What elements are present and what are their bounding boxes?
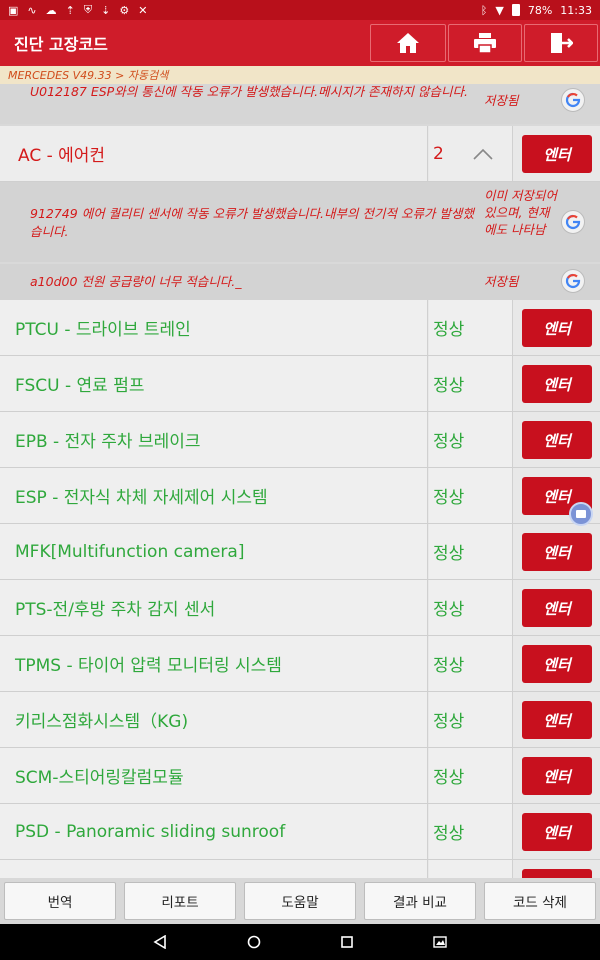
google-search-icon[interactable] bbox=[561, 269, 585, 293]
system-state: 정상 bbox=[429, 356, 513, 411]
home-icon bbox=[397, 33, 419, 53]
enter-button[interactable]: 엔터 bbox=[522, 757, 592, 795]
dtc-status: 이미 저장되어 있으며, 현재에도 나타남 bbox=[484, 188, 557, 237]
system-row[interactable]: PSD - Panoramic sliding sunroof 정상 엔터 bbox=[0, 804, 600, 860]
system-state: 정상 bbox=[429, 412, 513, 467]
enter-button[interactable]: 엔터 bbox=[522, 813, 592, 851]
bluetooth-icon: ᛒ bbox=[480, 3, 488, 17]
page-title: 진단 고장코드 bbox=[14, 35, 108, 54]
enter-button[interactable]: 엔터 bbox=[522, 365, 592, 403]
enter-button[interactable]: 엔터 bbox=[522, 135, 592, 173]
system-state: 정상 bbox=[429, 636, 513, 691]
home-button[interactable] bbox=[370, 24, 446, 62]
system-state: 정상 bbox=[429, 300, 513, 355]
system-name: ESP - 전자식 차체 자세제어 시스템 bbox=[0, 468, 428, 523]
google-search-icon[interactable] bbox=[561, 88, 585, 112]
system-state: 정상 bbox=[429, 692, 513, 747]
settings-notification-icon: ⚙ bbox=[119, 3, 130, 17]
system-name: FSCU - 연료 펌프 bbox=[0, 356, 428, 411]
system-name: EPB - 전자 주차 브레이크 bbox=[0, 412, 428, 467]
screenshot-icon[interactable] bbox=[433, 936, 447, 948]
system-name: 키리스점화시스템（KG) bbox=[0, 692, 428, 747]
wifi-icon: ▼ bbox=[495, 3, 504, 17]
dtc-row: 912749 에어 퀄리티 센서에 작동 오류가 발생했습니다.내부의 전기적 … bbox=[0, 182, 600, 262]
system-row[interactable]: PTCU - 드라이브 트레인 정상 엔터 bbox=[0, 300, 600, 356]
status-bar: ▣ ∿ ☁ ⇡ ⛨ ⇣ ⚙ ✕ ᛒ ▼ 78% 11:33 bbox=[0, 0, 600, 20]
battery-level: 78% bbox=[527, 3, 553, 17]
google-search-icon[interactable] bbox=[561, 210, 585, 234]
system-row[interactable]: MFK[Multifunction camera] 정상 엔터 bbox=[0, 524, 600, 580]
system-state: 정상 bbox=[429, 468, 513, 523]
dtc-status: 저장됨 bbox=[484, 93, 519, 108]
dtc-status: 저장됨 bbox=[484, 274, 519, 289]
recents-icon[interactable] bbox=[341, 936, 353, 948]
download-notification-icon: ⇣ bbox=[101, 3, 111, 17]
breadcrumb: MERCEDES V49.33 > 자동검색 bbox=[0, 66, 600, 84]
system-name: PSD - Panoramic sliding sunroof bbox=[0, 804, 428, 859]
system-row[interactable]: EPB - 전자 주차 브레이크 정상 엔터 bbox=[0, 412, 600, 468]
clock: 11:33 bbox=[560, 3, 592, 17]
system-state: 정상 bbox=[429, 804, 513, 859]
print-icon bbox=[474, 33, 496, 54]
back-icon[interactable] bbox=[153, 935, 167, 949]
translate-button[interactable]: 번역 bbox=[4, 882, 116, 920]
system-name: PTCU - 드라이브 트레인 bbox=[0, 300, 428, 355]
system-row[interactable]: ESP - 전자식 차체 자세제어 시스템 정상 엔터 bbox=[0, 468, 600, 524]
enter-button[interactable]: 엔터 bbox=[522, 421, 592, 459]
system-name: MFK[Multifunction camera] bbox=[0, 524, 428, 579]
upload-notification-icon: ⇡ bbox=[65, 3, 75, 17]
system-row[interactable]: PTS-전/후방 주차 감지 센서 정상 엔터 bbox=[0, 580, 600, 636]
print-button[interactable] bbox=[448, 24, 522, 62]
enter-button[interactable]: 엔터 bbox=[522, 589, 592, 627]
navigation-bar bbox=[0, 924, 600, 960]
clear-codes-button[interactable]: 코드 삭제 bbox=[484, 882, 596, 920]
system-state bbox=[429, 860, 513, 878]
system-list[interactable]: U012187 ESP와의 통신에 작동 오류가 발생했습니다.메시지가 존재하… bbox=[0, 84, 600, 878]
system-state: 정상 bbox=[429, 748, 513, 803]
shield-notification-icon: ⛨ bbox=[83, 3, 93, 16]
image-notification-icon: ▣ bbox=[8, 3, 19, 17]
system-name bbox=[0, 860, 428, 878]
enter-button[interactable]: 엔터 bbox=[522, 309, 592, 347]
wrench-notification-icon: ✕ bbox=[138, 3, 148, 17]
app-bar: 진단 고장코드 bbox=[0, 20, 600, 66]
system-name: SCM-스티어링칼럼모듈 bbox=[0, 748, 428, 803]
system-name: AC - 에어컨 bbox=[0, 126, 428, 181]
system-state: 정상 bbox=[429, 524, 513, 579]
signal-notification-icon: ∿ bbox=[27, 3, 37, 17]
system-state: 정상 bbox=[429, 580, 513, 635]
system-name: PTS-전/후방 주차 감지 센서 bbox=[0, 580, 428, 635]
report-button[interactable]: 리포트 bbox=[124, 882, 236, 920]
chevron-up-icon[interactable] bbox=[473, 148, 493, 160]
system-row-ac[interactable]: AC - 에어컨 2 엔터 bbox=[0, 126, 600, 182]
dtc-message: U012187 ESP와의 통신에 작동 오류가 발생했습니다.메시지가 존재하… bbox=[30, 84, 468, 99]
exit-icon bbox=[551, 33, 573, 53]
system-row[interactable]: 키리스점화시스템（KG) 정상 엔터 bbox=[0, 692, 600, 748]
notification-icons: ▣ ∿ ☁ ⇡ ⛨ ⇣ ⚙ ✕ bbox=[8, 3, 147, 17]
help-button[interactable]: 도움말 bbox=[244, 882, 356, 920]
bottom-toolbar: 번역 리포트 도움말 결과 비교 코드 삭제 bbox=[0, 878, 600, 924]
dtc-row: U012187 ESP와의 통신에 작동 오류가 발생했습니다.메시지가 존재하… bbox=[0, 84, 600, 124]
system-row[interactable]: SCM-스티어링칼럼모듈 정상 엔터 bbox=[0, 748, 600, 804]
enter-button[interactable]: 엔터 bbox=[522, 701, 592, 739]
cloud-notification-icon: ☁ bbox=[45, 3, 57, 17]
enter-button[interactable]: 엔터 bbox=[522, 645, 592, 683]
floating-assistant-icon[interactable] bbox=[569, 502, 593, 526]
enter-button[interactable]: 엔터 bbox=[522, 533, 592, 571]
battery-icon bbox=[511, 4, 520, 16]
enter-button[interactable] bbox=[522, 869, 592, 878]
dtc-count: 2 bbox=[429, 126, 513, 181]
system-name: TPMS - 타이어 압력 모니터링 시스템 bbox=[0, 636, 428, 691]
exit-button[interactable] bbox=[524, 24, 598, 62]
dtc-row: a10d00 전원 공급량이 너무 적습니다._ 저장됨 bbox=[0, 264, 600, 300]
system-row[interactable]: FSCU - 연료 펌프 정상 엔터 bbox=[0, 356, 600, 412]
dtc-message: 912749 에어 퀄리티 센서에 작동 오류가 발생했습니다.내부의 전기적 … bbox=[30, 206, 474, 239]
system-row[interactable]: TPMS - 타이어 압력 모니터링 시스템 정상 엔터 bbox=[0, 636, 600, 692]
dtc-message: a10d00 전원 공급량이 너무 적습니다._ bbox=[30, 274, 242, 289]
system-row[interactable] bbox=[0, 860, 600, 878]
home-nav-icon[interactable] bbox=[247, 935, 261, 949]
compare-results-button[interactable]: 결과 비교 bbox=[364, 882, 476, 920]
